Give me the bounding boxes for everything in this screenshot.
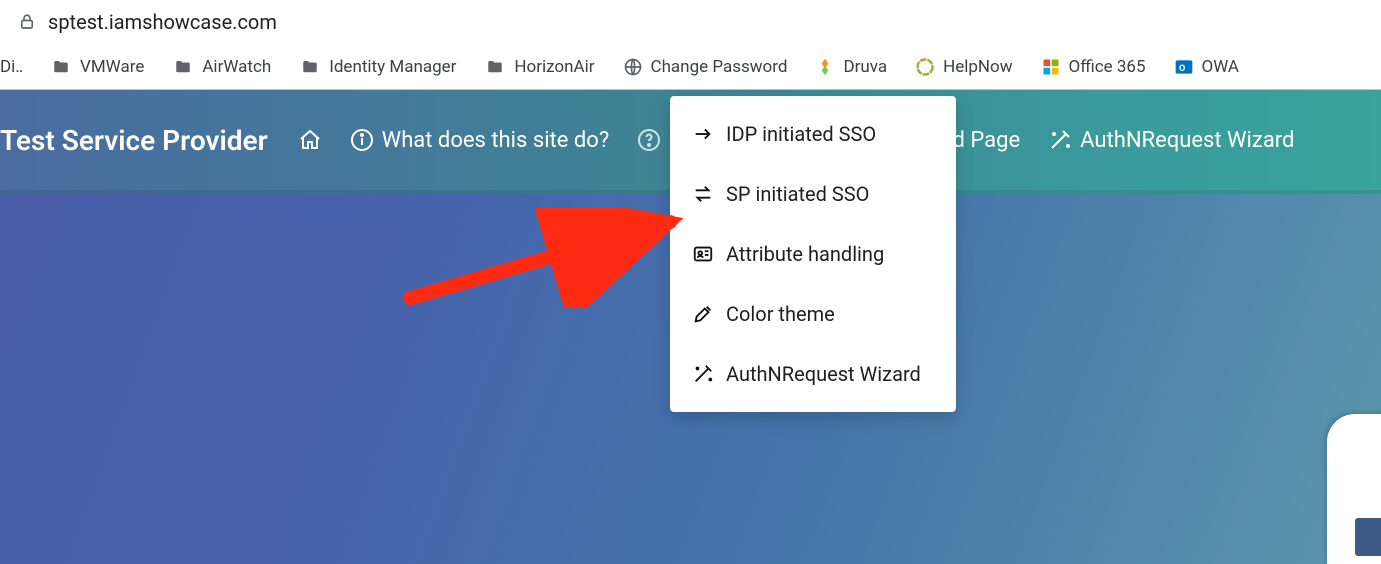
bookmark-helpnow[interactable]: HelpNow xyxy=(915,57,1012,77)
outlook-icon: O xyxy=(1174,57,1194,77)
instructions-dropdown-menu: IDP initiated SSO SP initiated SSO Attri… xyxy=(670,96,956,412)
bookmark-druva[interactable]: Druva xyxy=(815,57,887,77)
bookmark-label: Office 365 xyxy=(1069,57,1146,77)
bookmark-horizonair[interactable]: HorizonAir xyxy=(484,57,594,77)
dropdown-item-authnrequest-wizard[interactable]: AuthNRequest Wizard xyxy=(670,344,956,404)
dropdown-item-label: AuthNRequest Wizard xyxy=(726,362,921,386)
dropdown-item-label: Color theme xyxy=(726,302,835,326)
bookmark-label: AirWatch xyxy=(202,57,271,77)
folder-icon xyxy=(172,58,194,76)
bookmark-owa[interactable]: O OWA xyxy=(1174,57,1240,77)
id-card-icon xyxy=(692,243,714,265)
nav-label: AuthNRequest Wizard xyxy=(1080,128,1294,153)
bookmark-label: Druva xyxy=(843,57,887,77)
dropdown-item-label: SP initiated SSO xyxy=(726,182,869,206)
nav-home[interactable] xyxy=(298,128,322,152)
nav-what-does-this-site-do[interactable]: What does this site do? xyxy=(350,128,610,153)
folder-icon xyxy=(484,58,506,76)
nav-label: What does this site do? xyxy=(382,128,610,153)
browser-address-bar: sptest.iamshowcase.com xyxy=(0,0,1381,44)
url-text[interactable]: sptest.iamshowcase.com xyxy=(48,10,277,34)
bookmark-change-password[interactable]: Change Password xyxy=(623,57,788,77)
dropdown-item-color-theme[interactable]: Color theme xyxy=(670,284,956,344)
phone-mockup-edge xyxy=(1327,414,1381,564)
info-icon xyxy=(350,128,374,152)
question-icon xyxy=(637,128,661,152)
brush-icon xyxy=(692,303,714,325)
arrow-right-icon xyxy=(692,123,714,145)
bookmark-label: Identity Manager xyxy=(329,57,456,77)
wand-icon xyxy=(1048,128,1072,152)
bookmark-office365[interactable]: Office 365 xyxy=(1041,57,1146,77)
nav-authnrequest-wizard[interactable]: AuthNRequest Wizard xyxy=(1048,128,1294,153)
svg-text:O: O xyxy=(1179,64,1185,74)
brand-title[interactable]: Test Service Provider xyxy=(0,124,268,157)
bookmark-label: Change Password xyxy=(651,57,788,77)
helpnow-icon xyxy=(915,57,935,77)
dropdown-item-label: IDP initiated SSO xyxy=(726,122,876,146)
bookmark-identity-manager[interactable]: Identity Manager xyxy=(299,57,456,77)
wand-icon xyxy=(692,363,714,385)
dropdown-item-label: Attribute handling xyxy=(726,242,884,266)
bookmark-label: OWA xyxy=(1202,57,1240,77)
bookmark-partial[interactable]: Di… xyxy=(0,57,22,77)
dropdown-item-idp-initiated-sso[interactable]: IDP initiated SSO xyxy=(670,104,956,164)
druva-icon xyxy=(815,57,835,77)
bookmark-airwatch[interactable]: AirWatch xyxy=(172,57,271,77)
bookmark-label: HorizonAir xyxy=(514,57,594,77)
dropdown-item-sp-initiated-sso[interactable]: SP initiated SSO xyxy=(670,164,956,224)
swap-icon xyxy=(692,183,714,205)
folder-icon xyxy=(299,58,321,76)
bookmarks-bar: Di… VMWare AirWatch Identity Manager Hor… xyxy=(0,44,1381,90)
bookmark-label: HelpNow xyxy=(943,57,1012,77)
bookmark-label: VMWare xyxy=(80,57,144,77)
globe-icon xyxy=(623,57,643,77)
lock-icon xyxy=(18,13,36,31)
dropdown-item-attribute-handling[interactable]: Attribute handling xyxy=(670,224,956,284)
home-icon xyxy=(298,128,322,152)
office-icon xyxy=(1041,57,1061,77)
bookmark-vmware[interactable]: VMWare xyxy=(50,57,144,77)
folder-icon xyxy=(50,58,72,76)
